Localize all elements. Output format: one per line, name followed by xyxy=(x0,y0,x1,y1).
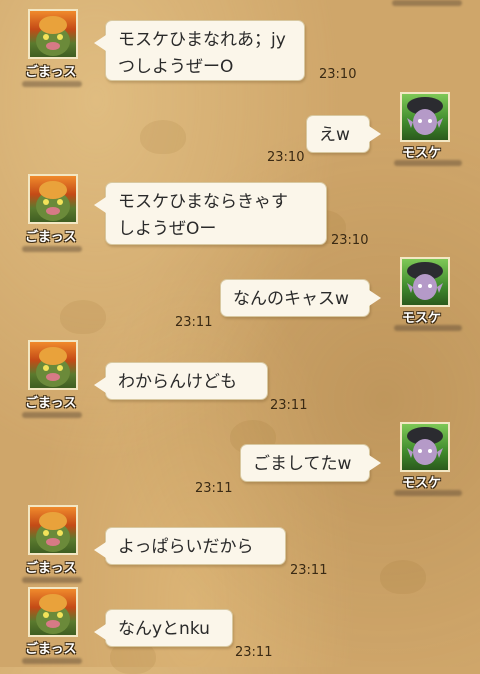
message-bubble: モスケひまなれあ；jy つしようぜーO xyxy=(94,20,305,81)
hooded-elf-avatar-icon[interactable] xyxy=(400,422,450,472)
sender-name: モスケ xyxy=(402,476,442,491)
background-slime-icon xyxy=(140,120,186,154)
message-time: 23:10 xyxy=(331,233,369,248)
obscured-id xyxy=(394,490,462,496)
sender-name: ごまっス xyxy=(25,642,77,657)
obscured-id xyxy=(22,577,82,583)
sender-name: ごまっス xyxy=(25,65,77,80)
obscured-id xyxy=(22,412,82,418)
obscured-id xyxy=(394,325,462,331)
message-time: 23:10 xyxy=(267,150,305,165)
sender-name: モスケ xyxy=(402,311,442,326)
message-bubble: なんのキャスw xyxy=(220,279,381,317)
sender-name: ごまっス xyxy=(25,561,77,576)
message-time: 23:11 xyxy=(270,398,308,413)
hooded-elf-avatar-icon[interactable] xyxy=(400,92,450,142)
gorilla-monster-avatar-icon[interactable] xyxy=(28,505,78,555)
hooded-elf-avatar-icon[interactable] xyxy=(400,257,450,307)
gorilla-monster-avatar-icon[interactable] xyxy=(28,340,78,390)
obscured-id xyxy=(22,658,82,664)
message-time: 23:11 xyxy=(290,563,328,578)
message-time: 23:11 xyxy=(235,645,273,660)
obscured-id xyxy=(392,0,462,6)
message-bubble: モスケひまならきゃす しようぜOー xyxy=(94,182,327,245)
background-slime-icon xyxy=(60,300,106,334)
message-time: 23:11 xyxy=(175,315,213,330)
message-time: 23:11 xyxy=(195,481,233,496)
sender-name: ごまっス xyxy=(25,230,77,245)
obscured-id xyxy=(22,81,82,87)
obscured-id xyxy=(394,160,462,166)
obscured-id xyxy=(22,246,82,252)
message-bubble: わからんけども xyxy=(94,362,268,400)
gorilla-monster-avatar-icon[interactable] xyxy=(28,174,78,224)
gorilla-monster-avatar-icon[interactable] xyxy=(28,9,78,59)
message-bubble: なんyとnku xyxy=(94,609,233,647)
sender-name: モスケ xyxy=(402,146,442,161)
sender-name: ごまっス xyxy=(25,396,77,411)
message-bubble: えw xyxy=(306,115,381,153)
gorilla-monster-avatar-icon[interactable] xyxy=(28,587,78,637)
message-bubble: よっぱらいだから xyxy=(94,527,286,565)
message-bubble: ごましてたw xyxy=(240,444,381,482)
background-slime-icon xyxy=(380,560,426,594)
message-time: 23:10 xyxy=(319,67,357,82)
